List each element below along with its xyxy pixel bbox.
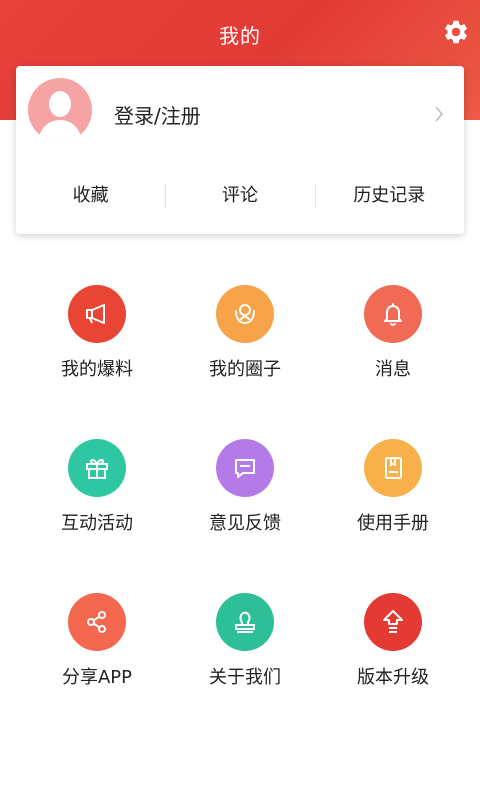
- gift-icon: [86, 459, 108, 479]
- share-icon: [87, 611, 106, 633]
- share-app-item[interactable]: 分享APP: [37, 593, 157, 689]
- grid-row: 我的爆料 我的圈子 消息: [0, 285, 480, 439]
- history-tab[interactable]: 历史记录: [314, 178, 464, 214]
- feedback-item[interactable]: 意见反馈: [185, 439, 305, 535]
- megaphone-icon: [86, 304, 105, 324]
- quick-tabs: 收藏 评论 历史记录: [16, 178, 464, 214]
- upgrade-icon: [383, 610, 403, 633]
- version-upgrade-label: 版本升级: [357, 667, 429, 688]
- my-circle-icon-circle: [216, 285, 274, 343]
- about-us-icon-circle: [216, 593, 274, 651]
- chevron-right-icon[interactable]: [434, 104, 444, 124]
- login-register-link[interactable]: 登录/注册: [114, 100, 201, 129]
- about-us-item[interactable]: 关于我们: [185, 593, 305, 689]
- manual-icon: [385, 457, 402, 479]
- activities-icon-circle: [68, 439, 126, 497]
- comments-tab[interactable]: 评论: [165, 178, 314, 214]
- version-upgrade-item[interactable]: 版本升级: [333, 593, 453, 689]
- about-us-label: 关于我们: [209, 667, 281, 688]
- manual-label: 使用手册: [357, 513, 429, 534]
- avatar[interactable]: [28, 78, 92, 142]
- my-reports-item[interactable]: 我的爆料: [37, 285, 157, 381]
- user-silhouette-icon: [38, 91, 82, 142]
- feature-grid: 我的爆料 我的圈子 消息 互动活动 意见反馈 使用手册 分享APP 关于我们 版…: [0, 285, 480, 747]
- gear-icon: [445, 20, 467, 44]
- stamp-icon: [235, 611, 255, 633]
- grid-row: 分享APP 关于我们 版本升级: [0, 593, 480, 747]
- activities-item[interactable]: 互动活动: [37, 439, 157, 535]
- feedback-icon-circle: [216, 439, 274, 497]
- circle-hands-icon: [235, 304, 255, 325]
- chat-bubble-icon: [235, 459, 255, 478]
- page-title: 我的: [219, 24, 261, 48]
- messages-item[interactable]: 消息: [333, 285, 453, 381]
- share-app-label: 分享APP: [61, 667, 133, 688]
- manual-icon-circle: [364, 439, 422, 497]
- my-reports-label: 我的爆料: [61, 359, 133, 380]
- manual-item[interactable]: 使用手册: [333, 439, 453, 535]
- version-upgrade-icon-circle: [364, 593, 422, 651]
- activities-label: 互动活动: [61, 513, 133, 534]
- profile-card: 登录/注册 收藏 评论 历史记录: [16, 66, 464, 234]
- share-app-icon-circle: [68, 593, 126, 651]
- settings-button[interactable]: [442, 18, 470, 46]
- bell-icon: [384, 303, 402, 326]
- my-circle-label: 我的圈子: [209, 359, 281, 380]
- feedback-label: 意见反馈: [209, 513, 281, 534]
- messages-label: 消息: [375, 359, 411, 380]
- grid-row: 互动活动 意见反馈 使用手册: [0, 439, 480, 593]
- messages-icon-circle: [364, 285, 422, 343]
- favorites-tab[interactable]: 收藏: [16, 178, 165, 214]
- my-reports-icon-circle: [68, 285, 126, 343]
- my-circle-item[interactable]: 我的圈子: [185, 285, 305, 381]
